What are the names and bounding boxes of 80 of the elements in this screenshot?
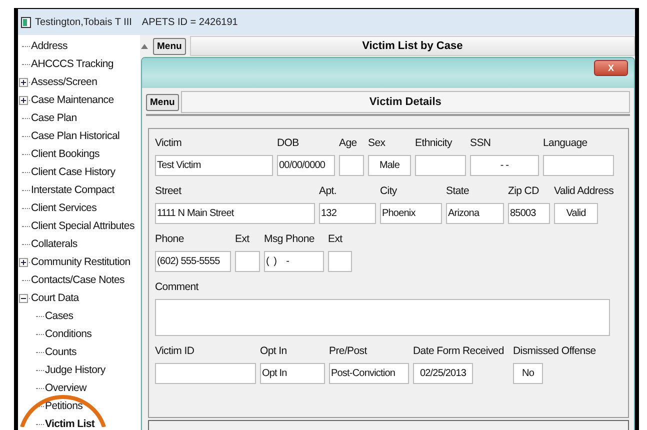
tree-item[interactable]: Overview bbox=[45, 382, 86, 394]
id-label: APETS ID = 2426191 bbox=[142, 16, 238, 28]
input-field[interactable]: ( ) - bbox=[264, 251, 324, 272]
tree-item[interactable]: Counts bbox=[45, 346, 76, 358]
tree-item[interactable]: Victim List bbox=[45, 418, 95, 430]
tree-item[interactable]: Conditions bbox=[45, 328, 92, 340]
field-label: Victim bbox=[155, 137, 183, 149]
input-field[interactable] bbox=[543, 155, 614, 176]
app-icon bbox=[21, 16, 31, 28]
field-label: State bbox=[446, 185, 470, 197]
input-field[interactable]: 02/25/2013 bbox=[413, 363, 473, 384]
input-field[interactable]: - - bbox=[470, 155, 539, 176]
field-label: Phone bbox=[155, 233, 185, 245]
input-field[interactable]: Valid bbox=[554, 203, 598, 224]
expand-icon[interactable] bbox=[19, 258, 28, 267]
field-label: Ext bbox=[328, 233, 344, 245]
field-label: Age bbox=[339, 137, 358, 149]
field-label: Valid Address bbox=[554, 185, 615, 197]
field-label: Street bbox=[155, 185, 182, 197]
field-label: Dismissed Offense bbox=[513, 345, 597, 357]
input-field[interactable]: Phoenix bbox=[380, 203, 442, 224]
field-label: Date Form Received bbox=[413, 345, 505, 357]
field-label: Ethnicity bbox=[415, 137, 454, 149]
panel-title: Victim List by Case bbox=[190, 36, 635, 56]
field-label: Opt In bbox=[260, 345, 288, 357]
expand-icon[interactable] bbox=[19, 78, 28, 87]
field-label: City bbox=[380, 185, 398, 197]
expand-icon[interactable] bbox=[19, 96, 28, 105]
field-label: Pre/Post bbox=[329, 345, 368, 357]
input-field[interactable]: Post-Conviction bbox=[329, 363, 409, 384]
input-field[interactable] bbox=[339, 155, 364, 176]
tree-item[interactable]: Judge History bbox=[45, 364, 106, 376]
input-field[interactable] bbox=[328, 251, 352, 272]
tree-item[interactable]: AHCCCS Tracking bbox=[31, 58, 114, 70]
tree-item[interactable]: Address bbox=[31, 40, 68, 52]
tree-item[interactable]: Case Plan Historical bbox=[31, 130, 120, 142]
field-label: Apt. bbox=[319, 185, 338, 197]
field-label: Language bbox=[543, 137, 588, 149]
window-title: Testington,Tobais T III bbox=[35, 16, 132, 28]
input-field[interactable]: 85003 bbox=[508, 203, 550, 224]
tree-item[interactable]: Collaterals bbox=[31, 238, 78, 250]
input-field[interactable]: No bbox=[513, 363, 543, 384]
field-label: Msg Phone bbox=[264, 233, 316, 245]
tree-item[interactable]: Community Restitution bbox=[31, 256, 130, 268]
input-field[interactable]: 1111 N Main Street bbox=[155, 203, 315, 224]
field-label: SSN bbox=[470, 137, 492, 149]
tree-item[interactable]: Interstate Compact bbox=[31, 184, 114, 196]
menu-button[interactable]: Menu bbox=[146, 94, 179, 110]
field-label: Victim ID bbox=[155, 345, 196, 357]
collapse-icon[interactable] bbox=[19, 294, 28, 303]
input-field[interactable]: Arizona bbox=[446, 203, 504, 224]
tree-item[interactable]: Client Bookings bbox=[31, 148, 100, 160]
tree-item[interactable]: Assess/Screen bbox=[31, 76, 98, 88]
tree-item[interactable]: Petitions bbox=[45, 400, 83, 412]
input-field[interactable] bbox=[155, 363, 256, 384]
tree-item[interactable]: Client Case History bbox=[31, 166, 116, 178]
field-label: Zip CD bbox=[508, 185, 540, 197]
tree-item[interactable]: Client Services bbox=[31, 202, 97, 214]
input-field[interactable]: 00/00/0000 bbox=[277, 155, 335, 176]
tree-item[interactable]: Client Special Attributes bbox=[31, 220, 134, 232]
tree-item[interactable]: Case Plan bbox=[31, 112, 77, 124]
tree-item[interactable]: Cases bbox=[45, 310, 74, 322]
input-field[interactable]: Opt In bbox=[260, 363, 325, 384]
input-field[interactable] bbox=[235, 251, 260, 272]
field-label: Ext bbox=[235, 233, 250, 245]
field-label: DOB bbox=[277, 137, 300, 149]
dialog-title: Victim Details bbox=[180, 91, 630, 113]
input-field[interactable]: (602) 555-5555 bbox=[155, 251, 231, 272]
scroll-up-icon[interactable] bbox=[141, 44, 148, 48]
input-field[interactable]: 132 bbox=[319, 203, 376, 224]
input-field[interactable]: Male bbox=[368, 155, 411, 176]
tree-item[interactable]: Case Maintenance bbox=[31, 94, 114, 106]
tree-item[interactable]: Contacts/Case Notes bbox=[31, 274, 125, 286]
input-field[interactable]: Test Victim bbox=[155, 155, 273, 176]
input-field[interactable] bbox=[155, 299, 610, 336]
menu-button[interactable]: Menu bbox=[153, 38, 186, 54]
field-label: Sex bbox=[368, 137, 386, 149]
tree-item[interactable]: Court Data bbox=[31, 292, 79, 304]
field-label: Comment bbox=[155, 281, 200, 293]
input-field[interactable] bbox=[415, 155, 466, 176]
